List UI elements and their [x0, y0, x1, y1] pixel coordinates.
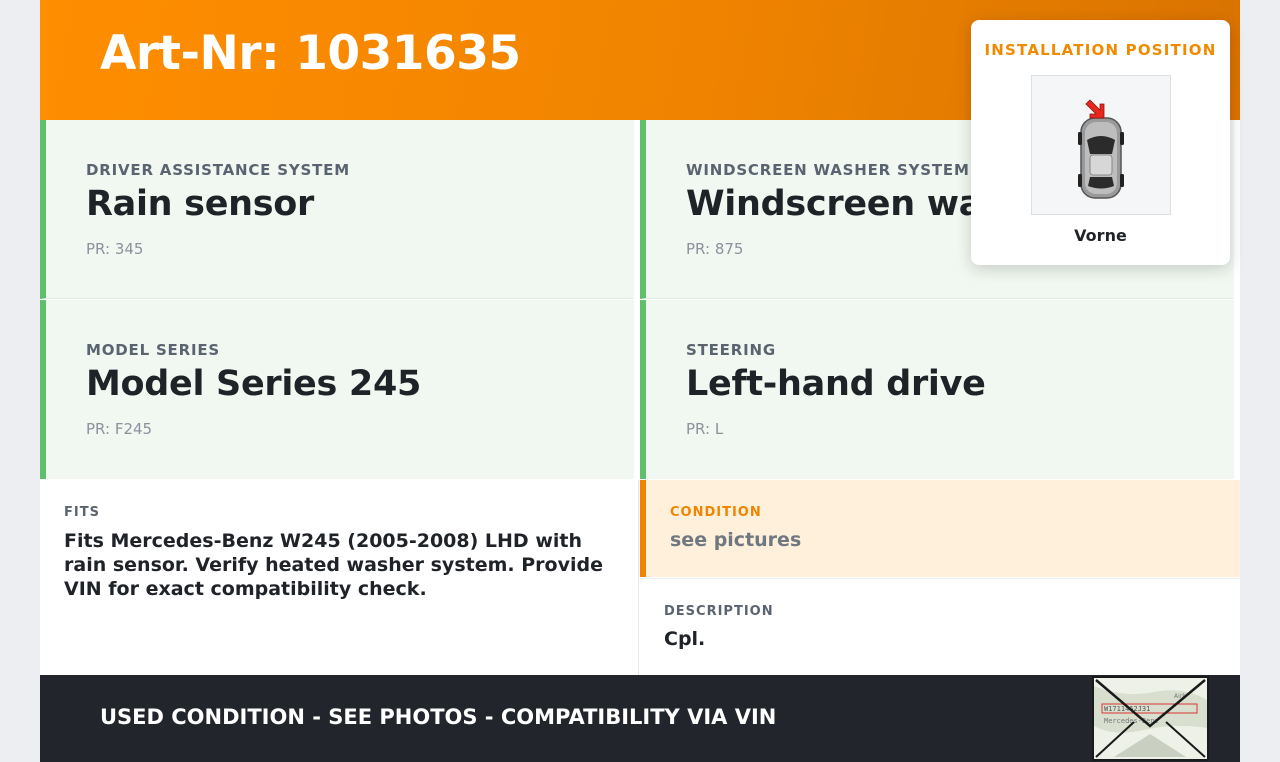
- spec-steering: STEERING Left-hand drive PR: L: [640, 300, 1234, 479]
- description-label: DESCRIPTION: [664, 604, 774, 619]
- article-number-title: Art-Nr: 1031635: [100, 26, 521, 81]
- spec-label: WINDSCREEN WASHER SYSTEM: [686, 161, 970, 179]
- vin-photo-thumbnail[interactable]: W1711462J31 Mercedes-Benz Airb: [1092, 676, 1209, 761]
- spec-value: Rain sensor: [86, 184, 314, 224]
- installation-title: INSTALLATION POSITION: [984, 41, 1217, 59]
- condition-label: CONDITION: [670, 505, 762, 520]
- installation-position-card: INSTALLATION POSITION Vorne: [971, 20, 1230, 265]
- spec-label: STEERING: [686, 341, 776, 359]
- car-top-view-front-arrow-icon: [1031, 75, 1171, 215]
- condition-value: see pictures: [670, 529, 802, 551]
- spec-label: DRIVER ASSISTANCE SYSTEM: [86, 161, 350, 179]
- footer-banner: USED CONDITION - SEE PHOTOS - COMPATIBIL…: [40, 675, 1240, 762]
- spec-value: Model Series 245: [86, 364, 422, 404]
- spec-pr-code: PR: 875: [686, 240, 744, 258]
- car-icon: [1078, 99, 1124, 199]
- spec-driver-assistance: DRIVER ASSISTANCE SYSTEM Rain sensor PR:…: [40, 120, 634, 299]
- installation-caption: Vorne: [1074, 226, 1127, 245]
- spec-label: MODEL SERIES: [86, 341, 220, 359]
- spec-model-series: MODEL SERIES Model Series 245 PR: F245: [40, 300, 634, 479]
- description-value: Cpl.: [664, 628, 706, 650]
- vin-plate-image-icon: W1711462J31 Mercedes-Benz Airb: [1094, 678, 1207, 759]
- description-section: DESCRIPTION Cpl.: [640, 578, 1240, 675]
- footer-text: USED CONDITION - SEE PHOTOS - COMPATIBIL…: [100, 705, 777, 729]
- fits-section: FITS Fits Mercedes-Benz W245 (2005-2008)…: [40, 480, 639, 675]
- fits-label: FITS: [64, 505, 100, 520]
- fits-text: Fits Mercedes-Benz W245 (2005-2008) LHD …: [64, 530, 603, 600]
- spec-pr-code: PR: 345: [86, 240, 144, 258]
- condition-section: CONDITION see pictures: [640, 480, 1240, 577]
- spec-pr-code: PR: L: [686, 420, 724, 438]
- spec-value: Left-hand drive: [686, 364, 986, 404]
- spec-pr-code: PR: F245: [86, 420, 153, 438]
